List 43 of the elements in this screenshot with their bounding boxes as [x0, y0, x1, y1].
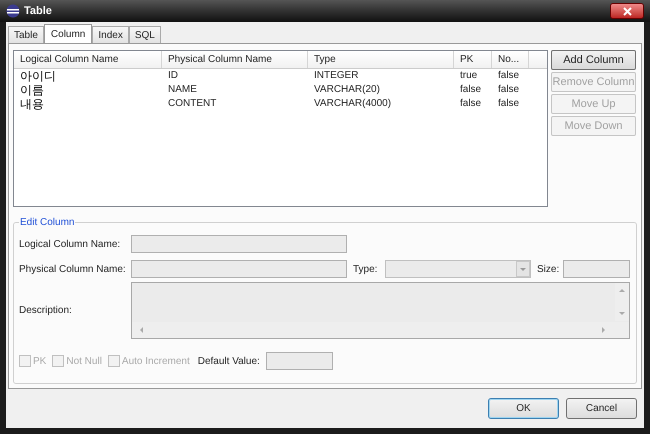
tab[interactable]: Table [8, 26, 44, 43]
physical-name-field[interactable] [131, 260, 347, 278]
column-header[interactable]: Physical Column Name [162, 51, 308, 68]
table-cell-text: false [459, 83, 482, 97]
table-cell-text: false [497, 69, 520, 83]
table-cell-text: false [497, 83, 520, 97]
default-value-field[interactable] [266, 352, 333, 370]
logical-name-field[interactable] [131, 235, 347, 253]
field-label: Default Value: [198, 354, 260, 368]
window-title: Table [24, 4, 52, 19]
column-header[interactable]: Logical Column Name [14, 51, 162, 68]
table-cell-text: 내용 [19, 97, 45, 111]
description-field[interactable] [131, 282, 630, 339]
table-cell-text: true [459, 69, 478, 83]
column-header[interactable]: Type [308, 51, 454, 68]
table-cell-text: 이름 [19, 83, 45, 97]
tab[interactable]: Index [92, 26, 129, 43]
table-cell-text: ID [167, 69, 179, 83]
field-label: Type: [353, 262, 378, 276]
dialog-button[interactable]: OK [488, 398, 559, 419]
close-icon [622, 6, 632, 16]
table-cell-text: NAME [167, 83, 198, 97]
tab[interactable]: SQL [128, 26, 161, 43]
column-header[interactable]: PK [454, 51, 492, 68]
field-label: Physical Column Name: [19, 262, 127, 276]
table-cell-text: false [497, 97, 520, 111]
table-cell-text: CONTENT [167, 97, 218, 111]
tab[interactable]: Column [44, 24, 92, 43]
field-label: Description: [19, 304, 73, 318]
table-cell-text: INTEGER [313, 69, 360, 83]
type-dropdown[interactable] [385, 260, 531, 278]
table-cell-text: 아이디 [19, 69, 57, 83]
field-label: Logical Column Name: [19, 238, 122, 252]
close-button[interactable] [610, 3, 644, 19]
table-cell-text: false [459, 97, 482, 111]
app-icon [6, 4, 20, 18]
size-field[interactable] [563, 260, 630, 278]
table-cell-text: VARCHAR(20) [313, 83, 381, 97]
field-label: Size: [537, 262, 560, 276]
column-header[interactable]: No... [492, 51, 529, 68]
side-button[interactable]: Add Column [551, 50, 636, 70]
table-cell-text: VARCHAR(4000) [313, 97, 392, 111]
dialog-button[interactable]: Cancel [566, 398, 637, 419]
